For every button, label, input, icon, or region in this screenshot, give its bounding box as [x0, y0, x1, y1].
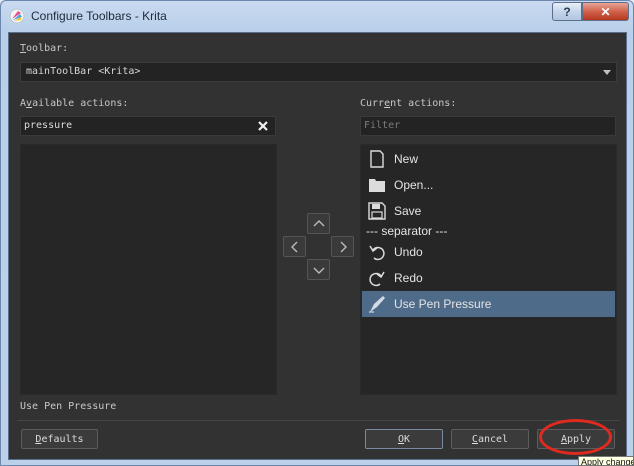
list-item[interactable]: Open... [362, 172, 615, 198]
filter-placeholder: Filter [364, 120, 401, 131]
folder-icon [369, 179, 385, 192]
available-search-value: pressure [24, 120, 73, 131]
clear-icon[interactable] [257, 120, 269, 132]
list-item[interactable]: --- separator --- [362, 221, 615, 241]
move-down-button[interactable] [307, 259, 330, 280]
add-action-button[interactable] [331, 236, 354, 257]
pen-pressure-icon [369, 296, 385, 313]
close-button[interactable]: ✕ [582, 2, 629, 21]
save-icon [368, 202, 386, 220]
separator-label: --- separator --- [366, 224, 448, 238]
redo-icon [369, 271, 385, 287]
krita-app-icon [9, 8, 25, 24]
ok-button[interactable]: OK [365, 429, 443, 449]
available-search-input[interactable]: pressure [20, 116, 276, 136]
new-document-icon [370, 150, 384, 168]
list-item-label: Use Pen Pressure [394, 297, 492, 311]
dialog-body: Toolbar: mainToolBar <Krita> Available a… [8, 32, 627, 460]
chevron-left-icon [291, 241, 298, 253]
available-actions-list[interactable] [20, 144, 277, 395]
toolbar-label: Toolbar: [20, 43, 69, 54]
remove-action-button[interactable] [283, 236, 306, 257]
help-button[interactable]: ? [552, 2, 582, 21]
chevron-down-icon [313, 267, 325, 274]
available-actions-label: Available actions: [20, 98, 129, 109]
list-item-label: Undo [394, 245, 423, 259]
list-item[interactable]: Redo [362, 265, 615, 291]
list-item-label: Open... [394, 178, 434, 192]
current-filter-input[interactable]: Filter [360, 116, 616, 136]
cancel-button[interactable]: Cancel [451, 429, 529, 449]
list-item-label: Save [394, 204, 422, 218]
current-actions-label: Current actions: [360, 98, 457, 109]
toolbar-select-value: mainToolBar <Krita> [26, 66, 141, 77]
move-up-button[interactable] [307, 213, 330, 234]
title-bar: Configure Toolbars - Krita ? ✕ [1, 1, 633, 31]
chevron-up-icon [313, 220, 325, 227]
chevron-down-icon [603, 70, 611, 75]
undo-icon [369, 245, 385, 261]
current-actions-list[interactable]: New Open... Save --- separator --- Undo … [360, 144, 617, 395]
status-text: Use Pen Pressure [20, 401, 117, 412]
divider [17, 420, 620, 421]
list-item[interactable]: New [362, 146, 615, 172]
list-item-selected[interactable]: Use Pen Pressure [362, 291, 615, 317]
defaults-button[interactable]: Defaults [21, 429, 98, 449]
toolbar-select[interactable]: mainToolBar <Krita> [20, 62, 617, 82]
chevron-right-icon [340, 241, 347, 253]
list-item[interactable]: Undo [362, 239, 615, 265]
list-item-label: New [394, 152, 419, 166]
dialog-window: Configure Toolbars - Krita ? ✕ Toolbar: … [0, 0, 634, 466]
highlight-annotation [539, 419, 612, 455]
apply-tooltip: Apply changes [578, 456, 634, 466]
list-item-label: Redo [394, 271, 423, 285]
window-title: Configure Toolbars - Krita [31, 9, 167, 23]
